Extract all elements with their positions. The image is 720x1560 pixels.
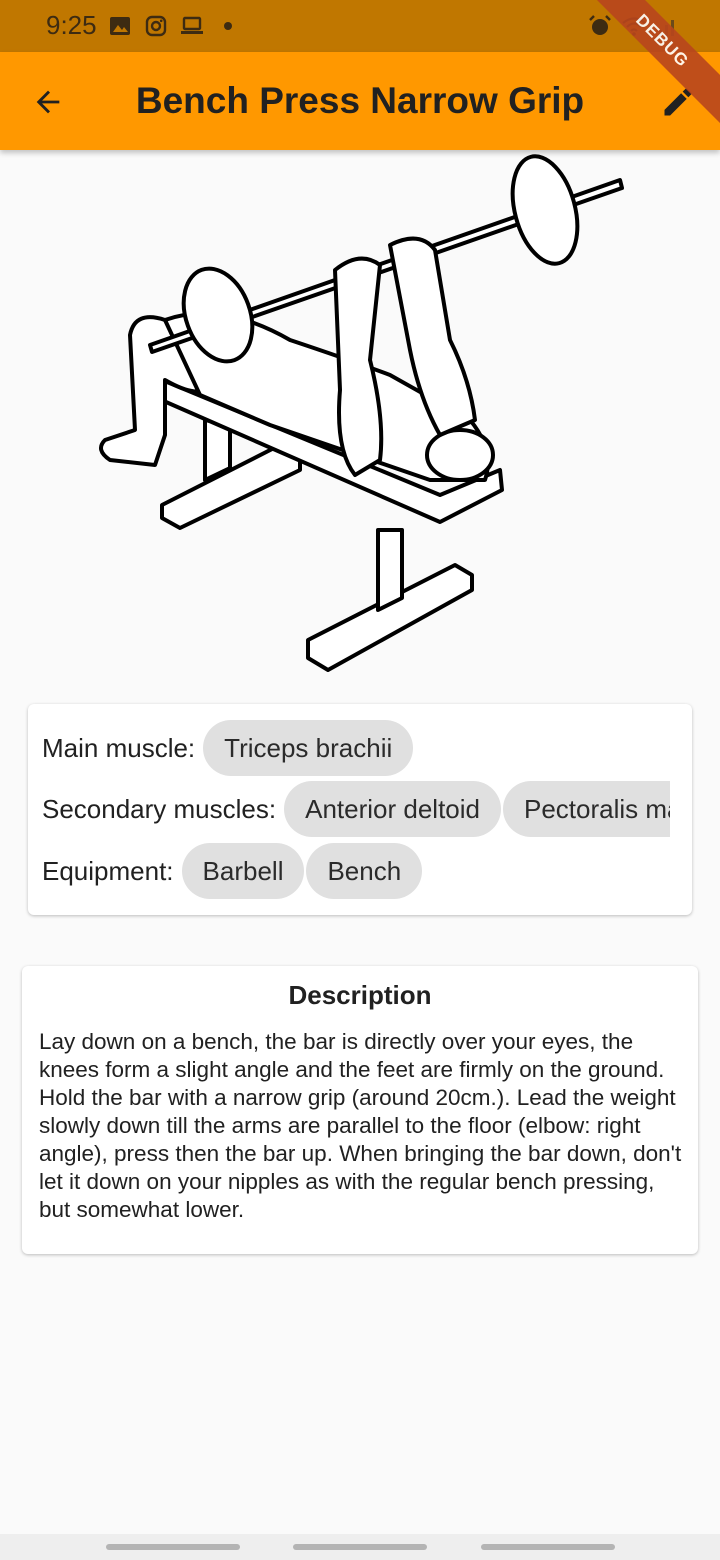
secondary-muscles-row: Secondary muscles: Anterior deltoid Pect… (42, 781, 671, 837)
laptop-icon (181, 16, 203, 34)
alarm-icon (589, 15, 611, 35)
muscle-info-card: Main muscle: Triceps brachii Secondary m… (28, 704, 692, 915)
image-icon (110, 17, 130, 35)
equipment-chip[interactable]: Barbell (181, 843, 305, 899)
muscle-chip[interactable]: Pectoralis major (503, 781, 671, 837)
equipment-chip[interactable]: Bench (306, 843, 423, 899)
left-arm (333, 256, 384, 477)
nav-handle[interactable] (293, 1544, 427, 1550)
bench-leg-front (376, 528, 404, 612)
equipment-row: Equipment: Barbell Bench (42, 843, 424, 899)
main-muscle-label: Main muscle: (42, 732, 196, 763)
page-title: Bench Press Narrow Grip (135, 80, 585, 121)
secondary-muscles-label: Secondary muscles: (42, 793, 277, 824)
barbell-plate-right (510, 154, 580, 266)
muscle-chip[interactable]: Triceps brachii (203, 720, 414, 776)
instagram-icon (145, 15, 167, 37)
nav-handle[interactable] (481, 1544, 615, 1550)
system-nav-bar (0, 1534, 720, 1560)
description-text: Lay down on a bench, the bar is directly… (39, 1029, 682, 1222)
muscle-chip[interactable]: Anterior deltoid (284, 781, 501, 837)
dot-icon (224, 22, 232, 30)
nav-handle[interactable] (106, 1544, 240, 1550)
description-card: Description Lay down on a bench, the bar… (22, 966, 698, 1254)
exercise-illustration (99, 154, 624, 672)
head (425, 428, 495, 482)
status-icons-left (108, 14, 240, 38)
equipment-label: Equipment: (42, 855, 174, 886)
app-bar: Bench Press Narrow Grip (0, 52, 720, 150)
secondary-chips: Anterior deltoid Pectoralis major (284, 781, 671, 837)
main-muscle-row: Main muscle: Triceps brachii (42, 720, 415, 776)
description-title: Description (288, 980, 432, 1010)
status-time: 9:25 (46, 10, 97, 40)
